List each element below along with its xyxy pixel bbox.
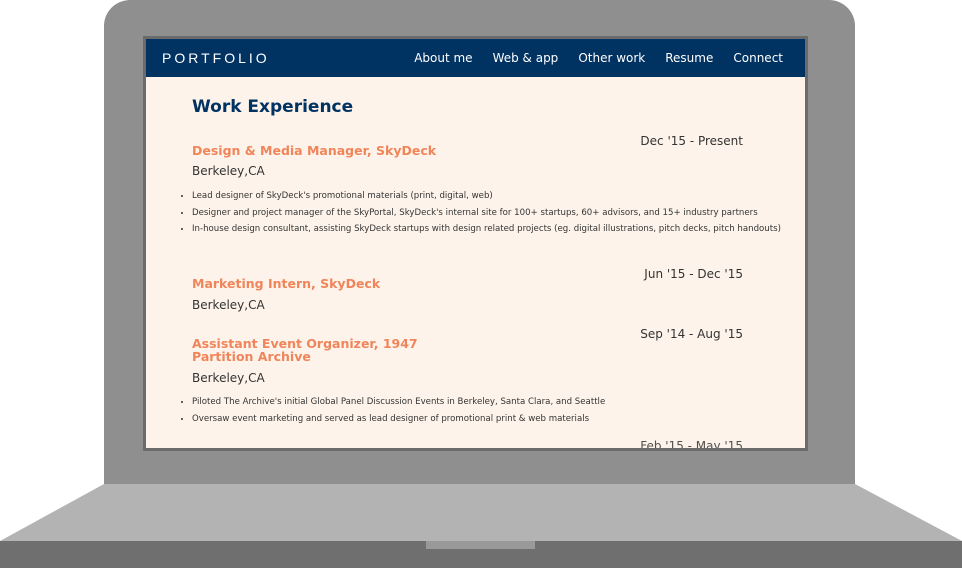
job-location: Berkeley,CA <box>192 164 265 178</box>
nav-link-web-app[interactable]: Web & app <box>493 51 559 65</box>
job-bullets: Lead designer of SkyDeck's promotional m… <box>180 188 792 238</box>
page-heading: Work Experience <box>192 97 354 117</box>
job-bullets: Piloted The Archive's initial Global Pan… <box>180 394 792 427</box>
job-date: Feb '15 - May '15 <box>640 439 743 448</box>
job-location: Berkeley,CA <box>192 298 265 312</box>
laptop-opening-notch <box>426 541 535 549</box>
job-date: Jun '15 - Dec '15 <box>644 267 743 281</box>
nav-link-about-me[interactable]: About me <box>414 51 472 65</box>
job-title: Marketing Intern, SkyDeck <box>192 276 381 291</box>
brand-logo[interactable]: PORTFOLIO <box>162 50 270 66</box>
list-item: Designer and project manager of the SkyP… <box>192 205 792 222</box>
job-title: Design & Media Manager, SkyDeck <box>192 143 437 158</box>
job-title: Assistant Event Organizer, 1947 Partitio… <box>192 336 418 364</box>
laptop-screen: PORTFOLIO About me Web & app Other work … <box>146 39 805 448</box>
nav-link-other-work[interactable]: Other work <box>578 51 645 65</box>
job-location: Berkeley,CA <box>192 371 265 385</box>
job-date: Dec '15 - Present <box>640 134 743 148</box>
nav-link-connect[interactable]: Connect <box>733 51 783 65</box>
nav-link-resume[interactable]: Resume <box>665 51 713 65</box>
list-item: Lead designer of SkyDeck's promotional m… <box>192 188 792 205</box>
nav-menu: About me Web & app Other work Resume Con… <box>414 39 783 77</box>
list-item: In-house design consultant, assisting Sk… <box>192 221 792 238</box>
list-item: Piloted The Archive's initial Global Pan… <box>192 394 792 411</box>
laptop-base <box>0 484 962 568</box>
list-item: Oversaw event marketing and served as le… <box>192 411 792 428</box>
job-date: Sep '14 - Aug '15 <box>640 327 743 341</box>
top-navbar: PORTFOLIO About me Web & app Other work … <box>146 39 805 77</box>
